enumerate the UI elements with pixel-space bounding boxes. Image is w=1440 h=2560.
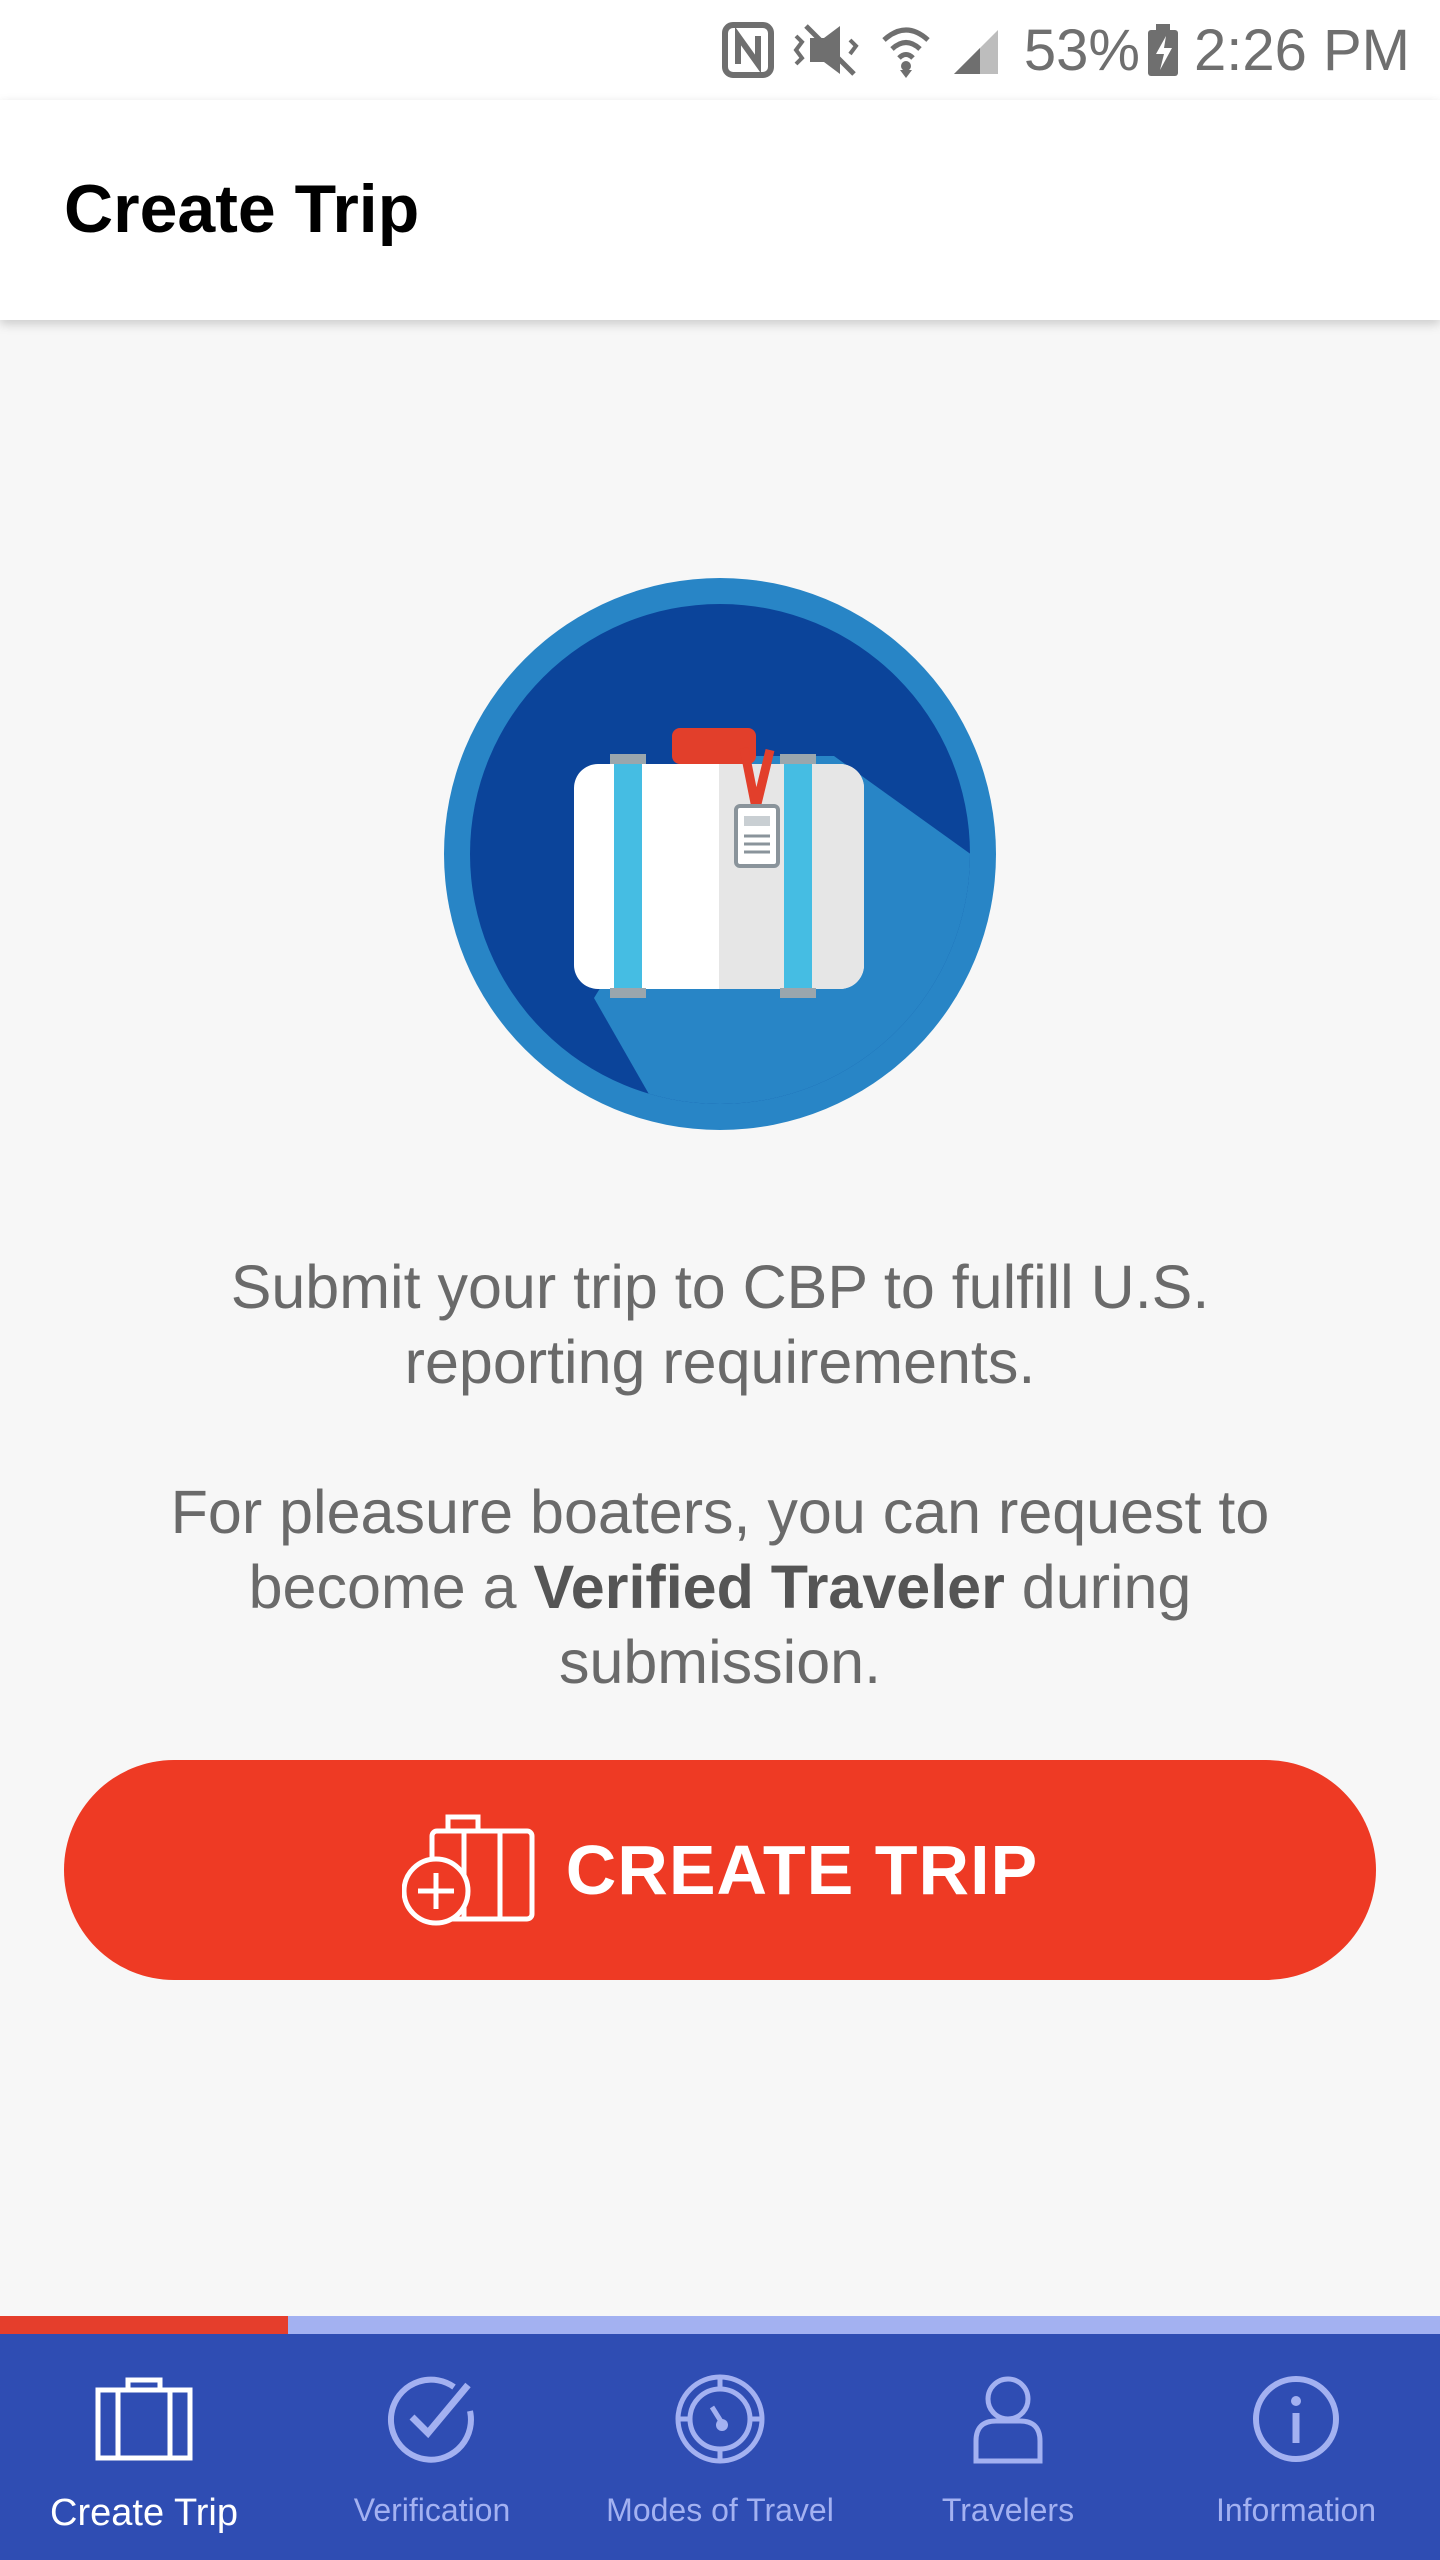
intro-line-2: For pleasure boaters, you can request to… — [120, 1475, 1320, 1700]
nav-label: Modes of Travel — [606, 2492, 834, 2528]
nav-information[interactable]: Information — [1152, 2334, 1440, 2560]
wifi-icon — [880, 22, 932, 78]
nfc-icon — [721, 22, 774, 78]
nav-label: Information — [1215, 2492, 1377, 2528]
intro-text: Submit your trip to CBP to fulfill U.S. … — [120, 1250, 1320, 1700]
vibrate-icon — [792, 22, 862, 78]
nav-label: Travelers — [941, 2492, 1075, 2528]
nav-label: Create Trip — [50, 2492, 238, 2534]
suitcase-icon — [444, 578, 996, 1130]
progress-fill — [0, 2316, 288, 2334]
info-icon — [1248, 2364, 1344, 2474]
battery-icon — [1146, 22, 1180, 78]
add-luggage-icon — [401, 1811, 536, 1929]
create-trip-button-label: CREATE TRIP — [565, 1831, 1039, 1909]
nav-create-trip[interactable]: Create Trip — [0, 2334, 288, 2560]
bottom-nav: Create Trip Verification Modes of Travel — [0, 2334, 1440, 2560]
signal-icon — [950, 22, 1002, 78]
clock: 2:26 PM — [1194, 17, 1410, 83]
nav-travelers[interactable]: Travelers — [864, 2334, 1152, 2560]
battery-percentage: 53% — [1023, 17, 1140, 83]
page-title: Create Trip — [64, 171, 420, 247]
nav-verification[interactable]: Verification — [288, 2334, 576, 2560]
create-trip-button[interactable]: CREATE TRIP — [64, 1760, 1376, 1980]
app-bar: Create Trip — [0, 100, 1440, 320]
suitcase-icon — [94, 2364, 194, 2474]
hero-illustration — [444, 578, 996, 1130]
nav-label: Verification — [353, 2492, 511, 2528]
nav-modes-of-travel[interactable]: Modes of Travel — [576, 2334, 864, 2560]
verified-traveler-text: Verified Traveler — [533, 1553, 1005, 1621]
person-icon — [968, 2364, 1048, 2474]
check-circle-icon — [384, 2364, 480, 2474]
status-bar: 53% 2:26 PM — [0, 0, 1440, 100]
compass-icon — [672, 2364, 768, 2474]
progress-bar — [0, 2316, 1440, 2334]
intro-line-1: Submit your trip to CBP to fulfill U.S. … — [230, 1253, 1210, 1396]
